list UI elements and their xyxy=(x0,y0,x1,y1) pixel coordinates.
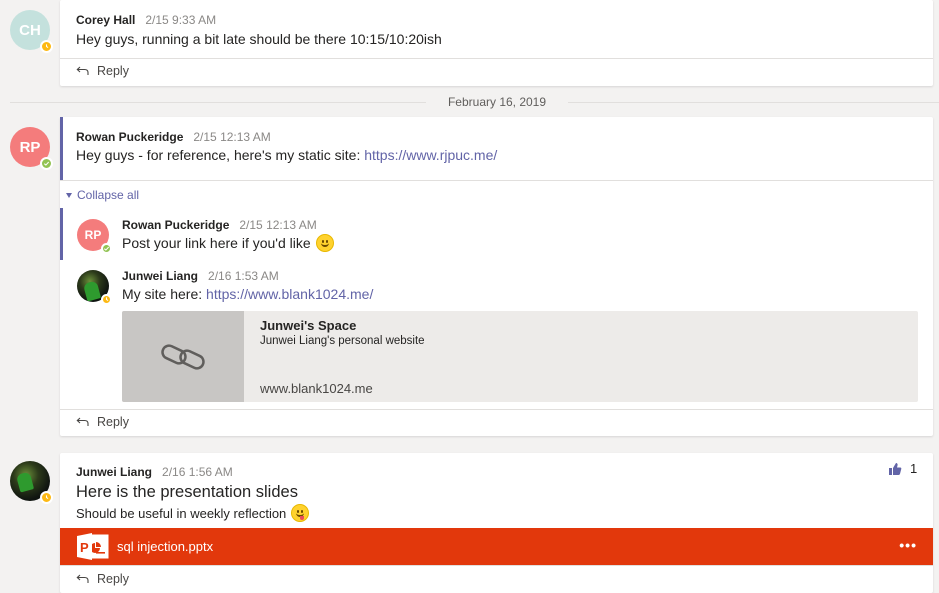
reply-divider xyxy=(60,409,933,410)
link-preview-title: Junwei's Space xyxy=(260,318,357,333)
message-text-content: Should be useful in weekly reflection xyxy=(76,505,287,521)
link-preview-card[interactable]: Junwei's Space Junwei Liang's personal w… xyxy=(122,311,918,402)
like-count: 1 xyxy=(910,461,918,476)
reply-label: Reply xyxy=(97,64,129,78)
message-card-corey: Corey Hall 2/15 9:33 AM Hey guys, runnin… xyxy=(60,0,933,86)
avatar-junwei-liang-reply[interactable] xyxy=(77,270,112,305)
timestamp: 2/15 12:13 AM xyxy=(239,218,317,232)
status-away-icon xyxy=(40,491,53,504)
avatar-rowan-puckeridge-reply[interactable]: RP xyxy=(77,219,112,254)
reply-button[interactable]: Reply xyxy=(76,572,129,586)
author-name[interactable]: Corey Hall xyxy=(76,13,135,27)
link-preview-description: Junwei Liang's personal website xyxy=(260,335,425,347)
avatar-initials: RP xyxy=(19,138,41,156)
reply-label: Reply xyxy=(97,572,129,586)
status-away-icon xyxy=(40,40,53,53)
link-preview-url: www.blank1024.me xyxy=(260,381,373,396)
timestamp: 2/15 12:13 AM xyxy=(193,130,271,144)
reply-arrow-icon xyxy=(76,66,89,75)
yum-emoji-icon xyxy=(291,504,310,522)
author-name[interactable]: Rowan Puckeridge xyxy=(122,218,229,232)
message-text: Should be useful in weekly reflection xyxy=(76,504,310,522)
timestamp: 2/16 1:56 AM xyxy=(162,465,233,479)
reply-label: Reply xyxy=(97,415,129,429)
avatar-rowan-puckeridge[interactable]: RP xyxy=(10,127,53,170)
reply-button[interactable]: Reply xyxy=(76,64,129,78)
smile-emoji-icon xyxy=(315,234,334,252)
author-name[interactable]: Junwei Liang xyxy=(76,465,152,479)
reply-arrow-icon xyxy=(76,417,89,426)
reply-text-content: Post your link here if you'd like xyxy=(122,235,311,251)
message-text: Hey guys, running a bit late should be t… xyxy=(76,31,442,47)
status-away-icon xyxy=(101,294,112,305)
status-online-icon xyxy=(101,243,112,254)
thread-accent-bar xyxy=(60,117,63,181)
powerpoint-icon: P xyxy=(77,533,109,560)
message-subject: Here is the presentation slides xyxy=(76,483,298,501)
more-options-button[interactable]: ••• xyxy=(899,537,917,553)
reply-accent-bar xyxy=(60,208,63,260)
reply-arrow-icon xyxy=(76,574,89,583)
date-separator: February 16, 2019 xyxy=(0,94,939,110)
svg-text:P: P xyxy=(80,540,89,555)
link-preview-thumbnail xyxy=(122,311,244,402)
message-card-junwei: Junwei Liang 2/16 1:56 AM Here is the pr… xyxy=(60,453,933,593)
author-name[interactable]: Rowan Puckeridge xyxy=(76,130,183,144)
avatar-corey-hall[interactable]: CH xyxy=(10,10,53,53)
like-reaction[interactable]: 1 xyxy=(888,461,917,476)
status-online-icon xyxy=(40,157,53,170)
collapse-all-button[interactable]: Collapse all xyxy=(66,188,139,202)
reply-divider xyxy=(60,58,933,59)
reply-message-text: Post your link here if you'd like xyxy=(122,234,334,252)
timestamp: 2/15 9:33 AM xyxy=(145,13,217,27)
link-icon xyxy=(161,343,205,370)
avatar-initials: CH xyxy=(19,21,41,39)
thumbs-up-icon xyxy=(889,462,902,475)
author-name[interactable]: Junwei Liang xyxy=(122,269,198,283)
site-link[interactable]: https://www.rjpuc.me/ xyxy=(364,147,497,163)
site-link[interactable]: https://www.blank1024.me/ xyxy=(206,286,373,302)
message-text: Hey guys - for reference, here's my stat… xyxy=(76,147,497,163)
avatar-junwei-liang[interactable] xyxy=(10,461,53,504)
thread-divider xyxy=(60,180,933,181)
reply-message-text: My site here: https://www.blank1024.me/ xyxy=(122,286,373,302)
collapse-label: Collapse all xyxy=(77,188,140,202)
avatar-initials: RP xyxy=(84,228,102,242)
attachment-file-name[interactable]: sql injection.pptx xyxy=(117,539,213,554)
reply-text-content: My site here: xyxy=(122,286,207,302)
timestamp: 2/16 1:53 AM xyxy=(208,269,279,283)
date-separator-label: February 16, 2019 xyxy=(447,95,547,109)
reply-button[interactable]: Reply xyxy=(76,415,129,429)
reply-divider xyxy=(60,565,933,566)
message-text-content: Hey guys - for reference, here's my stat… xyxy=(76,147,365,163)
collapse-triangle-icon xyxy=(66,192,72,198)
attachment-bar[interactable]: P sql injection.pptx ••• xyxy=(60,528,933,565)
